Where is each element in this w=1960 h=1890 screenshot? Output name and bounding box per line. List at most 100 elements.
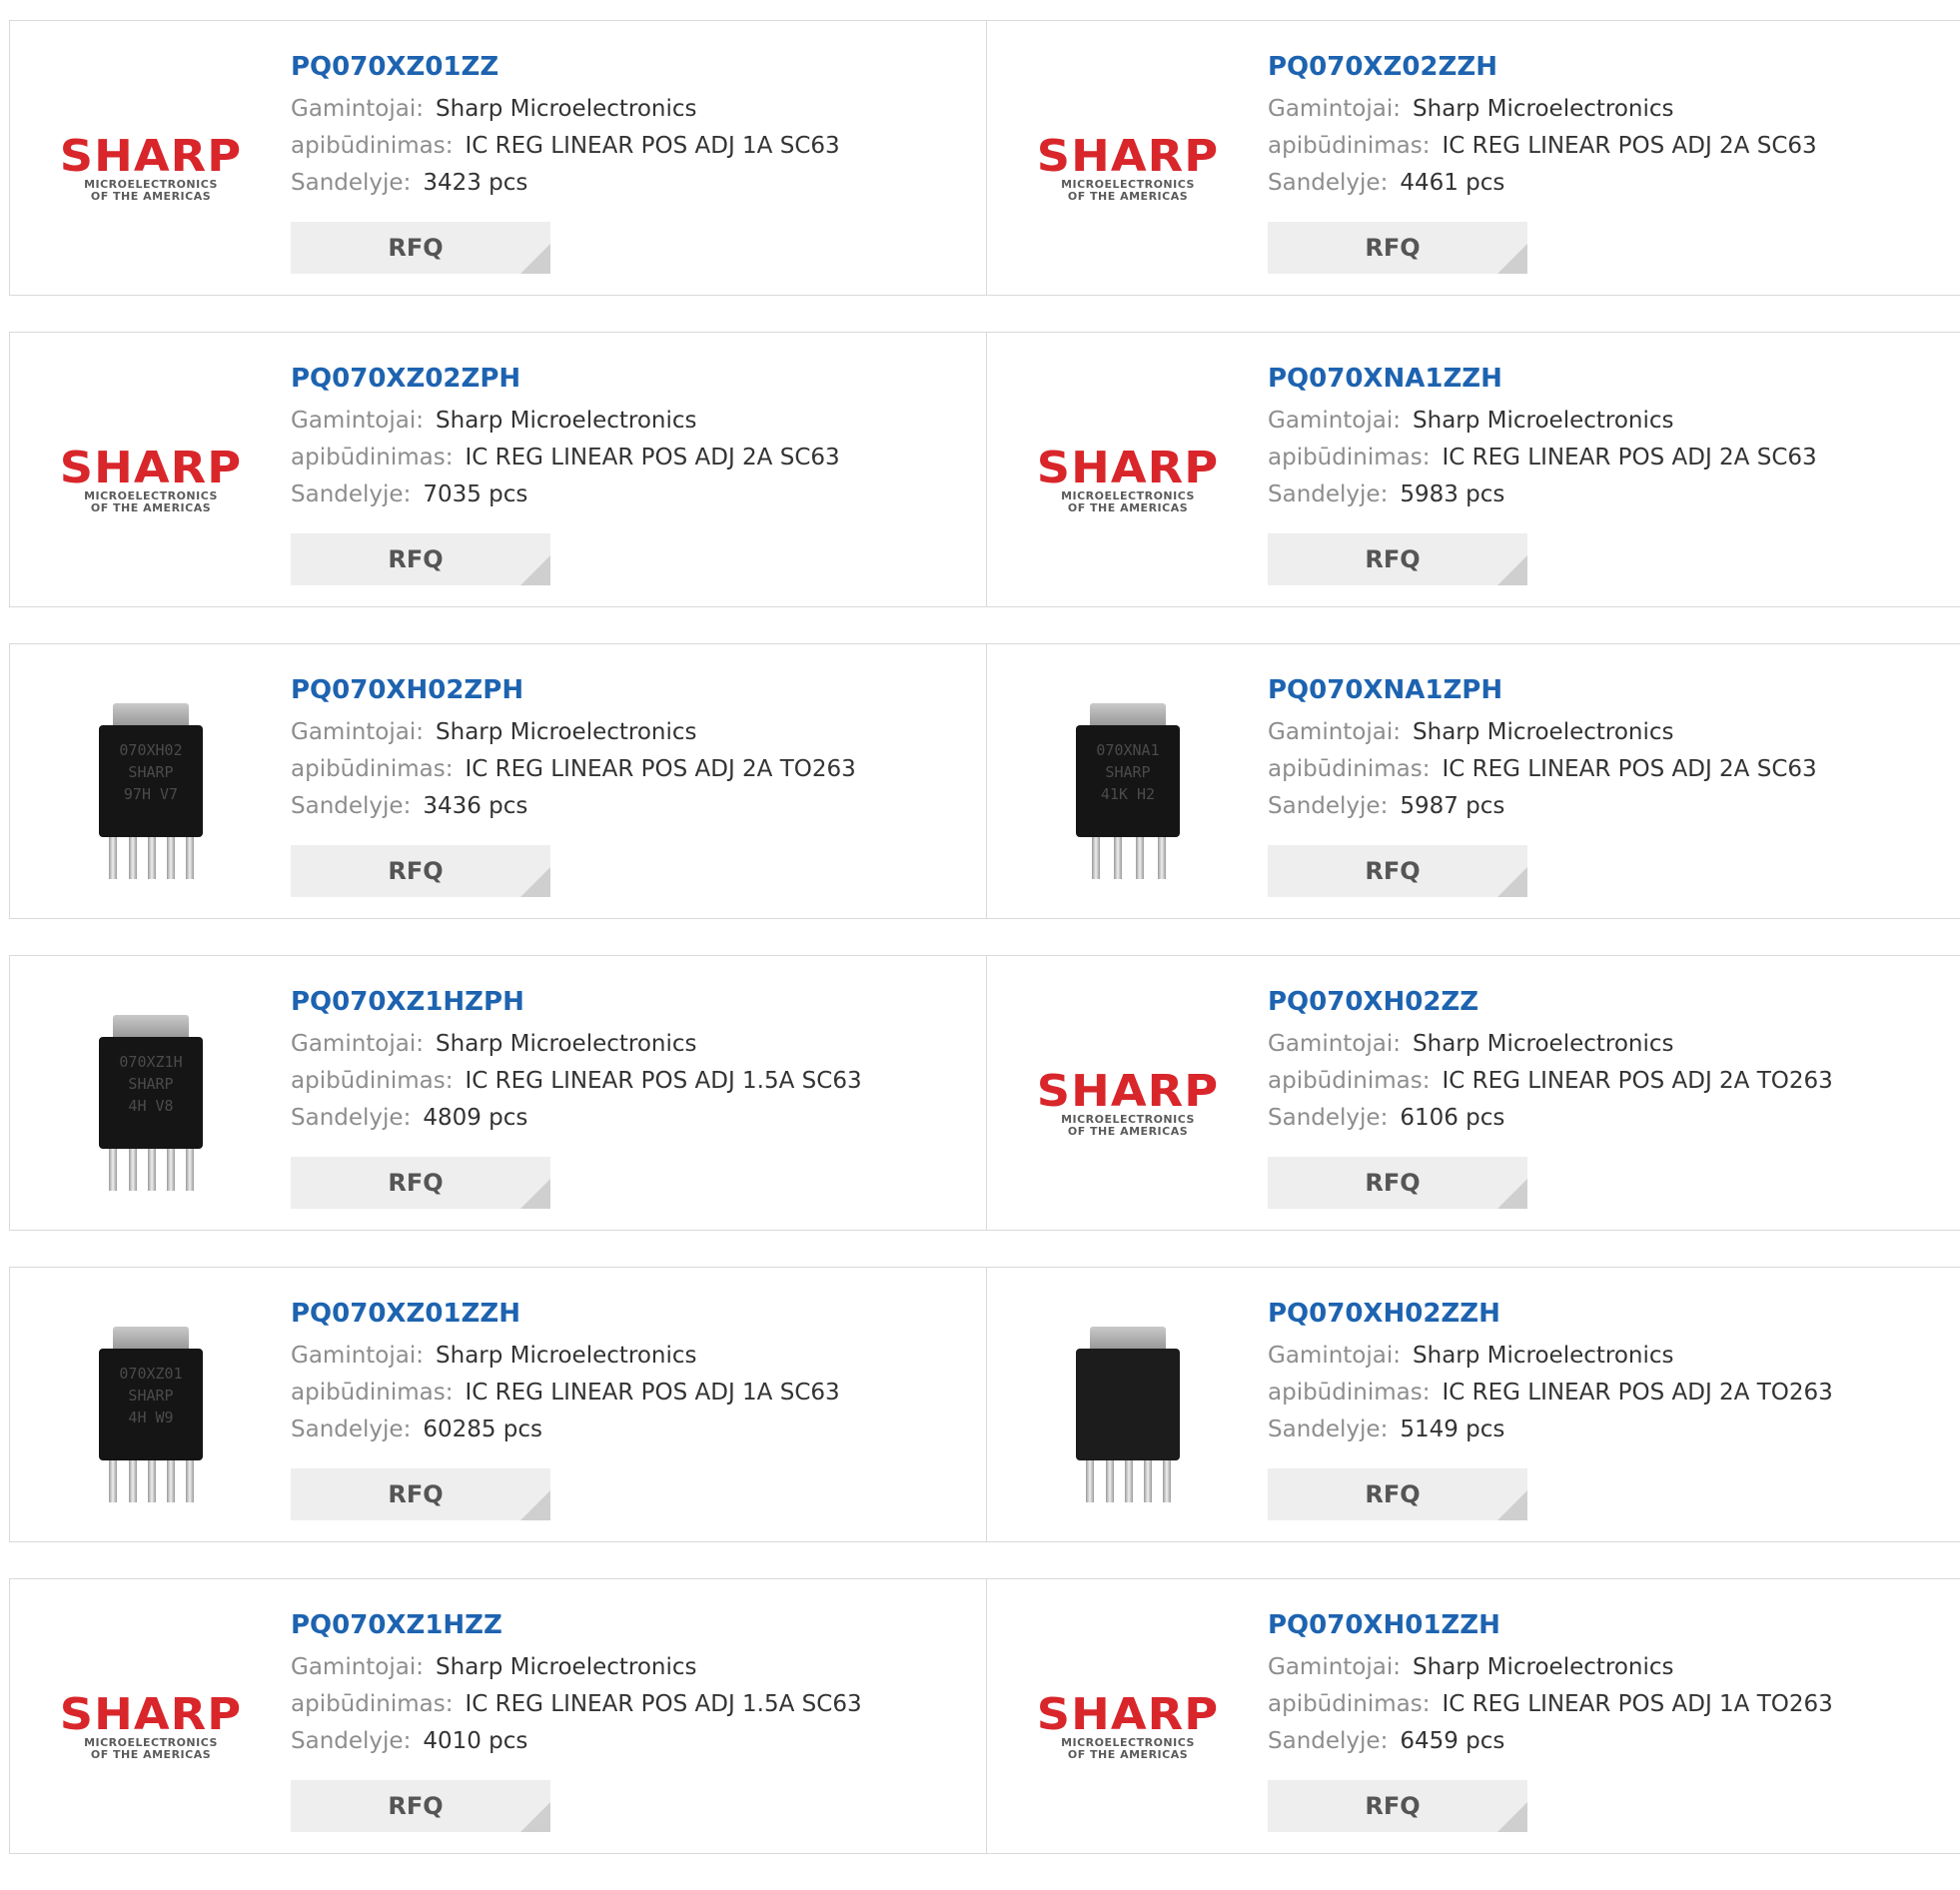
description-line: apibūdinimas: IC REG LINEAR POS ADJ 2A TO…: [1268, 1375, 1833, 1412]
manufacturer-line: Gamintojai: Sharp Microelectronics: [1268, 1026, 1833, 1063]
chip-body: 070XZ01 SHARP 4H W9: [99, 1349, 203, 1460]
product-row: 070XZ1H SHARP 4H V8 PQ070XZ1HZPH Gaminto…: [9, 955, 1960, 1231]
corner-triangle-icon: [520, 1490, 550, 1520]
product-image[interactable]: SHARP MICROELECTRONICS OF THE AMERICAS: [51, 69, 251, 269]
product-card: 070XH02 SHARP 97H V7 PQ070XH02ZPH Gamint…: [10, 644, 987, 918]
description-label: apibūdinimas:: [1268, 756, 1431, 782]
part-number-link[interactable]: PQ070XH02ZZH: [1268, 1298, 1833, 1330]
chip-leg: [129, 837, 137, 879]
manufacturer-label: Gamintojai:: [1268, 719, 1402, 745]
logo-line-2: OF THE AMERICAS: [1067, 1748, 1189, 1761]
part-number-link[interactable]: PQ070XZ1HZPH: [291, 986, 862, 1018]
product-image[interactable]: 070XZ01 SHARP 4H W9: [51, 1316, 251, 1515]
manufacturer-value: Sharp Microelectronics: [1413, 96, 1674, 122]
product-row: SHARP MICROELECTRONICS OF THE AMERICAS P…: [9, 332, 1960, 607]
manufacturer-value: Sharp Microelectronics: [436, 408, 697, 434]
rfq-button[interactable]: RFQ: [1268, 845, 1527, 897]
rfq-button[interactable]: RFQ: [1268, 1157, 1527, 1209]
rfq-button-label: RFQ: [388, 1792, 444, 1820]
manufacturer-line: Gamintojai: Sharp Microelectronics: [1268, 403, 1817, 440]
product-grid: SHARP MICROELECTRONICS OF THE AMERICAS P…: [9, 20, 1960, 1890]
logo-line-2: OF THE AMERICAS: [90, 1748, 212, 1761]
product-image[interactable]: SHARP MICROELECTRONICS OF THE AMERICAS: [51, 381, 251, 580]
product-image[interactable]: 070XZ1H SHARP 4H V8: [51, 1004, 251, 1204]
rfq-button[interactable]: RFQ: [1268, 1780, 1527, 1832]
product-image[interactable]: SHARP MICROELECTRONICS OF THE AMERICAS: [1028, 381, 1228, 580]
rfq-button[interactable]: RFQ: [291, 222, 550, 274]
description-value: IC REG LINEAR POS ADJ 1A SC63: [465, 133, 840, 159]
product-info: PQ070XZ01ZZ Gamintojai: Sharp Microelectr…: [291, 51, 840, 202]
rfq-button[interactable]: RFQ: [291, 845, 550, 897]
chip-leg: [186, 837, 194, 879]
rfq-button-label: RFQ: [1365, 857, 1421, 885]
chip-leg: [148, 1149, 156, 1191]
rfq-button-label: RFQ: [1365, 234, 1421, 262]
manufacturer-label: Gamintojai:: [1268, 408, 1402, 434]
chip-leg: [1125, 1460, 1133, 1502]
stock-line: Sandelyje: 5149 pcs: [1268, 1412, 1833, 1448]
stock-label: Sandelyje:: [291, 170, 412, 196]
product-image[interactable]: SHARP MICROELECTRONICS OF THE AMERICAS: [1028, 1627, 1228, 1827]
chip-marking-3: 41K H2: [1100, 785, 1156, 803]
part-number-link[interactable]: PQ070XNA1ZZH: [1268, 363, 1817, 395]
manufacturer-line: Gamintojai: Sharp Microelectronics: [1268, 91, 1817, 128]
chip-marking-1: 070XZ01: [119, 1365, 183, 1383]
product-card: SHARP MICROELECTRONICS OF THE AMERICAS P…: [987, 956, 1960, 1230]
manufacturer-label: Gamintojai:: [1268, 1343, 1402, 1369]
product-info: PQ070XZ1HZPH Gamintojai: Sharp Microelect…: [291, 986, 862, 1137]
rfq-button[interactable]: RFQ: [1268, 1468, 1527, 1520]
manufacturer-label: Gamintojai:: [291, 719, 425, 745]
rfq-button[interactable]: RFQ: [291, 1157, 550, 1209]
part-number-link[interactable]: PQ070XZ01ZZ: [291, 51, 840, 83]
manufacturer-value: Sharp Microelectronics: [436, 96, 697, 122]
description-label: apibūdinimas:: [1268, 133, 1431, 159]
chip-leg: [1114, 837, 1122, 879]
rfq-button[interactable]: RFQ: [291, 1780, 550, 1832]
product-row: SHARP MICROELECTRONICS OF THE AMERICAS P…: [9, 1578, 1960, 1854]
stock-label: Sandelyje:: [1268, 170, 1389, 196]
rfq-button[interactable]: RFQ: [291, 1468, 550, 1520]
corner-triangle-icon: [520, 1179, 550, 1209]
product-image[interactable]: SHARP MICROELECTRONICS OF THE AMERICAS: [1028, 1004, 1228, 1204]
part-number-link[interactable]: PQ070XH01ZZH: [1268, 1609, 1833, 1641]
manufacturer-label: Gamintojai:: [291, 1343, 425, 1369]
product-image[interactable]: [1028, 1316, 1228, 1515]
chip-leg: [129, 1149, 137, 1191]
product-image[interactable]: SHARP MICROELECTRONICS OF THE AMERICAS: [51, 1627, 251, 1827]
part-number-link[interactable]: PQ070XH02ZPH: [291, 674, 856, 706]
logo-word: SHARP: [59, 131, 243, 182]
stock-label: Sandelyje:: [291, 1728, 412, 1754]
part-number-link[interactable]: PQ070XZ02ZPH: [291, 363, 840, 395]
sharp-logo: SHARP MICROELECTRONICS OF THE AMERICAS: [51, 135, 251, 203]
rfq-button[interactable]: RFQ: [291, 533, 550, 585]
chip-marking-1: 070XNA1: [1096, 741, 1160, 759]
rfq-button-label: RFQ: [1365, 545, 1421, 573]
rfq-button[interactable]: RFQ: [1268, 222, 1527, 274]
chip-leg: [1163, 1460, 1171, 1502]
chip-leg: [148, 837, 156, 879]
rfq-button[interactable]: RFQ: [1268, 533, 1527, 585]
product-card: 070XNA1 SHARP 41K H2 PQ070XNA1ZPH Gamint…: [987, 644, 1960, 918]
logo-line-2: OF THE AMERICAS: [1067, 190, 1189, 203]
stock-line: Sandelyje: 6459 pcs: [1268, 1723, 1833, 1760]
description-label: apibūdinimas:: [291, 1691, 454, 1717]
product-image[interactable]: SHARP MICROELECTRONICS OF THE AMERICAS: [1028, 69, 1228, 269]
part-number-link[interactable]: PQ070XZ1HZZ: [291, 1609, 862, 1641]
manufacturer-value: Sharp Microelectronics: [1413, 1654, 1674, 1680]
part-number-link[interactable]: PQ070XZ01ZZH: [291, 1298, 840, 1330]
description-value: IC REG LINEAR POS ADJ 2A SC63: [465, 445, 840, 471]
product-card: SHARP MICROELECTRONICS OF THE AMERICAS P…: [10, 1579, 987, 1853]
product-info: PQ070XNA1ZZH Gamintojai: Sharp Microelect…: [1268, 363, 1817, 513]
manufacturer-value: Sharp Microelectronics: [436, 719, 697, 745]
description-line: apibūdinimas: IC REG LINEAR POS ADJ 2A SC…: [1268, 128, 1817, 165]
part-number-link[interactable]: PQ070XNA1ZPH: [1268, 674, 1817, 706]
description-label: apibūdinimas:: [1268, 445, 1431, 471]
manufacturer-label: Gamintojai:: [291, 96, 425, 122]
description-value: IC REG LINEAR POS ADJ 2A TO263: [465, 756, 856, 782]
sharp-logo: SHARP MICROELECTRONICS OF THE AMERICAS: [1028, 135, 1228, 203]
part-number-link[interactable]: PQ070XZ02ZZH: [1268, 51, 1817, 83]
description-value: IC REG LINEAR POS ADJ 1A TO263: [1442, 1691, 1833, 1717]
product-image[interactable]: 070XH02 SHARP 97H V7: [51, 692, 251, 892]
part-number-link[interactable]: PQ070XH02ZZ: [1268, 986, 1833, 1018]
product-image[interactable]: 070XNA1 SHARP 41K H2: [1028, 692, 1228, 892]
